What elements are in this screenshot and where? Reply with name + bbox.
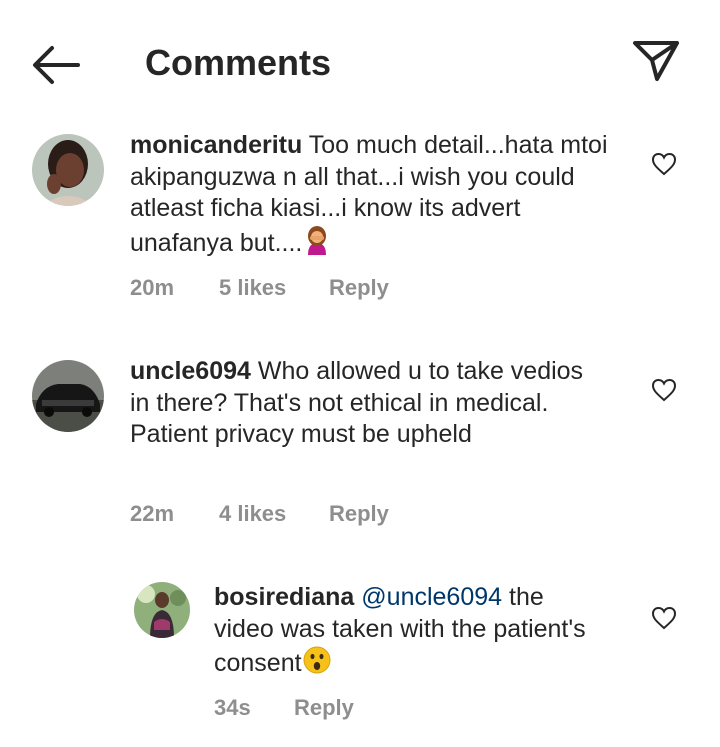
heart-icon [651, 378, 677, 402]
reply-button[interactable]: Reply [329, 501, 389, 527]
astonished-face-emoji-icon [302, 645, 332, 684]
avatar[interactable] [32, 360, 104, 432]
like-button[interactable] [651, 152, 677, 176]
comment-text: monicanderitu Too much detail...hata mto… [130, 130, 620, 263]
likes-count[interactable]: 4 likes [219, 501, 329, 527]
comment-meta: 22m 4 likes Reply [130, 501, 389, 527]
like-button[interactable] [651, 606, 677, 630]
reply-mention[interactable]: @uncle6094 [361, 583, 502, 611]
comment-text: uncle6094 Who allowed u to take vedios i… [130, 356, 590, 451]
reply-button[interactable]: Reply [294, 695, 354, 721]
share-button[interactable] [630, 38, 682, 84]
reply-text: bosirediana @uncle6094 the video was tak… [214, 582, 604, 684]
reply-button[interactable]: Reply [329, 275, 389, 301]
back-button[interactable] [28, 42, 82, 88]
avatar[interactable] [134, 582, 190, 638]
comments-header: Comments [0, 0, 720, 120]
reply-time: 34s [214, 695, 251, 720]
like-button[interactable] [651, 378, 677, 402]
woman-facepalming-emoji-icon [302, 225, 332, 264]
comment-time: 22m [130, 501, 175, 526]
avatar[interactable] [32, 134, 104, 206]
arrow-left-icon [33, 46, 80, 84]
comment-time: 20m [130, 275, 175, 300]
comment-username[interactable]: uncle6094 [130, 357, 251, 385]
reply-meta: 34s Reply [214, 695, 354, 721]
heart-icon [651, 606, 677, 630]
comment-username[interactable]: monicanderitu [130, 131, 302, 159]
comment-meta: 20m 5 likes Reply [130, 275, 389, 301]
page-title: Comments [145, 42, 332, 83]
heart-icon [651, 152, 677, 176]
reply-username[interactable]: bosirediana [214, 583, 354, 611]
paper-plane-icon [633, 41, 679, 81]
likes-count[interactable]: 5 likes [219, 275, 329, 301]
